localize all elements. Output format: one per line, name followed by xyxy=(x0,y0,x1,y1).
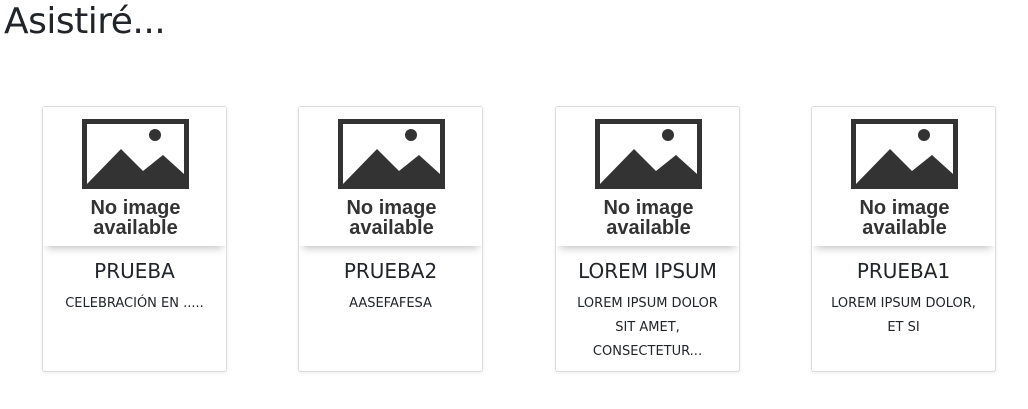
no-image-placeholder: No image available xyxy=(556,107,739,246)
event-card[interactable]: No image available LOREM IPSUM LOREM IPS… xyxy=(555,106,740,372)
event-card[interactable]: No image available PRUEBA CELEBRACIÓN EN… xyxy=(42,106,227,372)
placeholder-line2: available xyxy=(606,217,691,239)
image-placeholder-icon: No image available xyxy=(338,119,445,239)
placeholder-line1: No image xyxy=(603,197,693,219)
event-card[interactable]: No image available PRUEBA2 AASEFAFESA xyxy=(298,106,483,372)
placeholder-line2: available xyxy=(349,217,434,239)
card-description: LOREM IPSUM DOLOR SIT AMET, CONSECTETUR.… xyxy=(577,296,718,359)
image-placeholder-icon: No image available xyxy=(82,119,189,239)
image-placeholder-icon: No image available xyxy=(851,119,958,239)
card-title: PRUEBA xyxy=(94,259,175,283)
card-title: PRUEBA1 xyxy=(856,259,951,283)
card-title: PRUEBA2 xyxy=(343,259,438,283)
card-title: LOREM IPSUM xyxy=(578,259,717,283)
no-image-placeholder: No image available xyxy=(43,107,226,246)
page-title: Asistiré... xyxy=(4,1,166,42)
placeholder-line2: available xyxy=(862,217,947,239)
placeholder-line1: No image xyxy=(90,197,180,219)
placeholder-line1: No image xyxy=(859,197,949,219)
no-image-placeholder: No image available xyxy=(812,107,995,246)
placeholder-line2: available xyxy=(93,217,178,239)
card-description: AASEFAFESA xyxy=(349,296,432,311)
no-image-placeholder: No image available xyxy=(299,107,482,246)
event-card-list: No image available PRUEBA CELEBRACIÓN EN… xyxy=(0,106,1028,374)
card-description: LOREM IPSUM DOLOR, ET SI xyxy=(831,296,976,335)
card-description: CELEBRACIÓN EN ..... xyxy=(65,296,204,311)
placeholder-line1: No image xyxy=(346,197,436,219)
event-card[interactable]: No image available PRUEBA1 LOREM IPSUM D… xyxy=(811,106,996,372)
image-placeholder-icon: No image available xyxy=(595,119,702,239)
